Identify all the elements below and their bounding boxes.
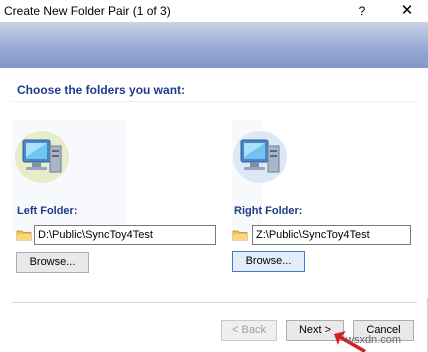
footer-divider (12, 302, 417, 303)
page-heading: Choose the folders you want: (17, 83, 186, 97)
right-folder-label: Right Folder: (234, 205, 303, 217)
computer-icon (233, 131, 287, 183)
folder-icon (232, 230, 248, 241)
close-button[interactable]: ✕ (390, 1, 424, 21)
watermark-text: wsxdn.com (346, 334, 402, 346)
computer-icon (15, 131, 69, 183)
left-folder-label: Left Folder: (17, 205, 78, 217)
left-folder-path-input[interactable] (34, 225, 216, 245)
dialog-window: Create New Folder Pair (1 of 3) ? ✕ Choo… (0, 0, 428, 352)
title-bar: Create New Folder Pair (1 of 3) ? ✕ (0, 0, 428, 22)
window-title: Create New Folder Pair (1 of 3) (4, 4, 171, 18)
folder-icon (16, 230, 32, 241)
right-folder-path-input[interactable] (252, 225, 411, 245)
back-button[interactable]: < Back (221, 320, 277, 341)
left-browse-button[interactable]: Browse... (16, 252, 89, 273)
right-browse-button[interactable]: Browse... (232, 251, 305, 272)
heading-divider (12, 101, 417, 102)
header-banner (0, 22, 428, 68)
help-button[interactable]: ? (350, 1, 374, 21)
